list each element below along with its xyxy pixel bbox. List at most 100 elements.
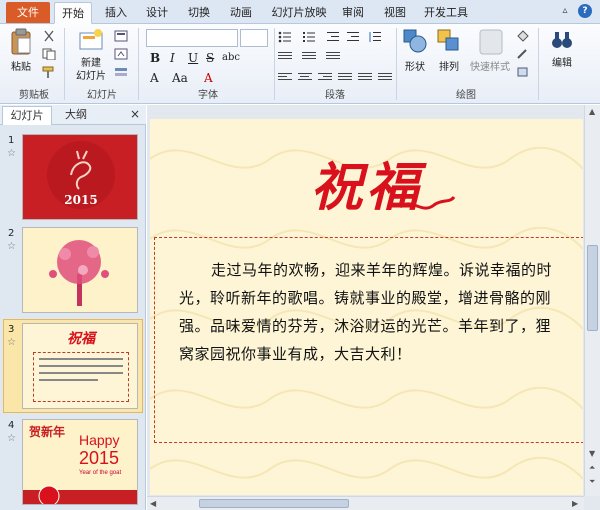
format-painter-icon[interactable] (42, 66, 56, 78)
transition-star-icon: ☆ (7, 433, 16, 444)
thumb-title: 祝福 (67, 331, 95, 347)
text-direction-icon[interactable] (278, 52, 292, 62)
thumb-title: 贺新年 (29, 425, 66, 439)
tab-insert[interactable]: 插入 (97, 2, 135, 24)
divider (396, 28, 397, 100)
current-slide[interactable]: 祝福 走过马年的欢畅，迎来羊年的辉煌。诉说幸福的时光，聆听新年的歌唱。铸就事业的… (150, 119, 583, 495)
ribbon: 粘贴 剪贴板 新建 幻灯片 幻灯片 B I U S abc A Aa A 字体 … (0, 24, 600, 104)
shape-outline-icon[interactable] (516, 48, 530, 60)
justify-icon[interactable] (338, 73, 352, 83)
layout-icon[interactable] (114, 30, 128, 42)
columns-icon[interactable] (378, 73, 392, 83)
horizontal-scrollbar[interactable]: ◀ ▶ (147, 496, 584, 510)
decrease-indent-icon[interactable] (326, 31, 340, 43)
transition-star-icon: ☆ (7, 241, 16, 252)
strikethrough-button[interactable]: abc (222, 52, 240, 63)
section-icon[interactable] (114, 66, 128, 78)
scroll-down-icon[interactable]: ▼ (589, 449, 595, 458)
horizontal-scroll-thumb[interactable] (199, 499, 349, 508)
slide-number: 3 (8, 324, 15, 335)
vertical-scroll-thumb[interactable] (587, 245, 598, 331)
thumb-happy-text: Happy (79, 432, 120, 448)
numbering-icon[interactable] (302, 31, 316, 43)
tab-view[interactable]: 视图 (376, 2, 414, 24)
font-name-select[interactable] (146, 29, 238, 47)
divider (138, 28, 139, 100)
change-case-button[interactable]: Aa (172, 71, 188, 85)
align-center-icon[interactable] (298, 73, 312, 83)
thumb-image: 祝福 (22, 323, 138, 409)
new-slide-label-2: 幻灯片 (76, 71, 106, 82)
smartart-icon[interactable] (326, 52, 340, 62)
reset-icon[interactable] (114, 48, 128, 60)
slides-group-label: 幻灯片 (87, 90, 117, 101)
tab-outline[interactable]: 大纲 (54, 106, 98, 125)
align-left-icon[interactable] (278, 73, 292, 83)
arrange-icon (437, 29, 459, 51)
shape-effects-icon[interactable] (516, 66, 530, 78)
help-icon[interactable]: ? (578, 4, 592, 18)
paragraph-group-label: 段落 (325, 90, 345, 101)
tab-review[interactable]: 审阅 (334, 2, 372, 24)
quick-styles-label: 快速样式 (470, 62, 510, 73)
slide-title[interactable]: 祝福 (150, 145, 583, 220)
tab-slides[interactable]: 幻灯片 (2, 106, 52, 125)
shapes-label: 形状 (405, 62, 425, 73)
new-slide-icon (79, 29, 103, 50)
slide-number: 2 (8, 228, 15, 239)
transition-star-icon: ☆ (7, 337, 16, 348)
tab-home[interactable]: 开始 (54, 2, 92, 24)
slide-number: 4 (8, 420, 15, 431)
seal-stamp-icon (23, 485, 137, 504)
distribute-icon[interactable] (358, 73, 372, 83)
increase-indent-icon[interactable] (346, 31, 360, 43)
align-text-icon[interactable] (302, 52, 316, 62)
divider (538, 28, 539, 100)
tab-transitions[interactable]: 切换 (180, 2, 218, 24)
binoculars-icon (552, 32, 572, 48)
scroll-up-icon[interactable]: ▲ (589, 107, 595, 116)
tab-animations[interactable]: 动画 (222, 2, 260, 24)
minimize-ribbon-icon[interactable]: ▵ (558, 4, 572, 18)
thumb-image: 贺新年 Happy 2015 Year of the goat (22, 419, 138, 505)
heart-tree-icon (23, 228, 137, 312)
thumb-subtitle: Year of the goat (79, 470, 122, 476)
shapes-icon (403, 29, 427, 53)
font-color-button[interactable]: A (204, 71, 213, 85)
close-pane-icon[interactable]: × (130, 107, 140, 121)
copy-icon[interactable] (42, 48, 56, 60)
body-paragraph[interactable]: 走过马年的欢畅，迎来羊年的辉煌。诉说幸福的时光，聆听新年的歌唱。铸就事业的殿堂，… (179, 256, 563, 368)
cut-icon[interactable] (42, 30, 56, 42)
scroll-right-icon[interactable]: ▶ (572, 499, 578, 508)
paste-icon (11, 28, 31, 55)
align-right-icon[interactable] (318, 73, 332, 83)
slide-number: 1 (8, 135, 15, 146)
divider (64, 28, 65, 100)
goat-papercut-icon (23, 135, 137, 219)
grow-font-button[interactable]: A (150, 71, 159, 85)
italic-button[interactable]: I (170, 51, 175, 65)
next-slide-icon[interactable]: ⏷ (589, 477, 595, 487)
tab-slideshow[interactable]: 幻灯片放映 (268, 2, 330, 24)
slide-editor: 祝福 走过马年的欢畅，迎来羊年的辉煌。诉说幸福的时光，聆听新年的歌唱。铸就事业的… (147, 105, 600, 510)
tab-file[interactable]: 文件 (6, 2, 50, 23)
font-size-select[interactable] (240, 29, 268, 47)
bold-button[interactable]: B (150, 51, 160, 65)
line-spacing-icon[interactable] (368, 31, 382, 43)
body-textbox[interactable]: 走过马年的欢畅，迎来羊年的辉煌。诉说幸福的时光，聆听新年的歌唱。铸就事业的殿堂，… (154, 237, 583, 443)
scroll-left-icon[interactable]: ◀ (150, 499, 156, 508)
shadow-button[interactable]: S (206, 51, 214, 65)
drawing-group-label: 绘图 (456, 90, 476, 101)
tab-design[interactable]: 设计 (138, 2, 176, 24)
divider (274, 28, 275, 100)
underline-button[interactable]: U (188, 51, 198, 65)
tab-developer[interactable]: 开发工具 (420, 2, 472, 24)
thumb-year-text: 2015 (79, 448, 120, 468)
vertical-scrollbar[interactable]: ▲ ▼ ⏶ ⏷ (584, 105, 600, 496)
bullets-icon[interactable] (278, 31, 292, 43)
prev-slide-icon[interactable]: ⏶ (589, 463, 595, 473)
thumb-image (22, 227, 138, 313)
shape-fill-icon[interactable] (516, 30, 530, 42)
ribbon-tab-bar: 文件 开始 插入 设计 切换 动画 幻灯片放映 审阅 视图 开发工具 ▵ ? (0, 0, 600, 24)
thumb-image: 2015 (22, 134, 138, 220)
